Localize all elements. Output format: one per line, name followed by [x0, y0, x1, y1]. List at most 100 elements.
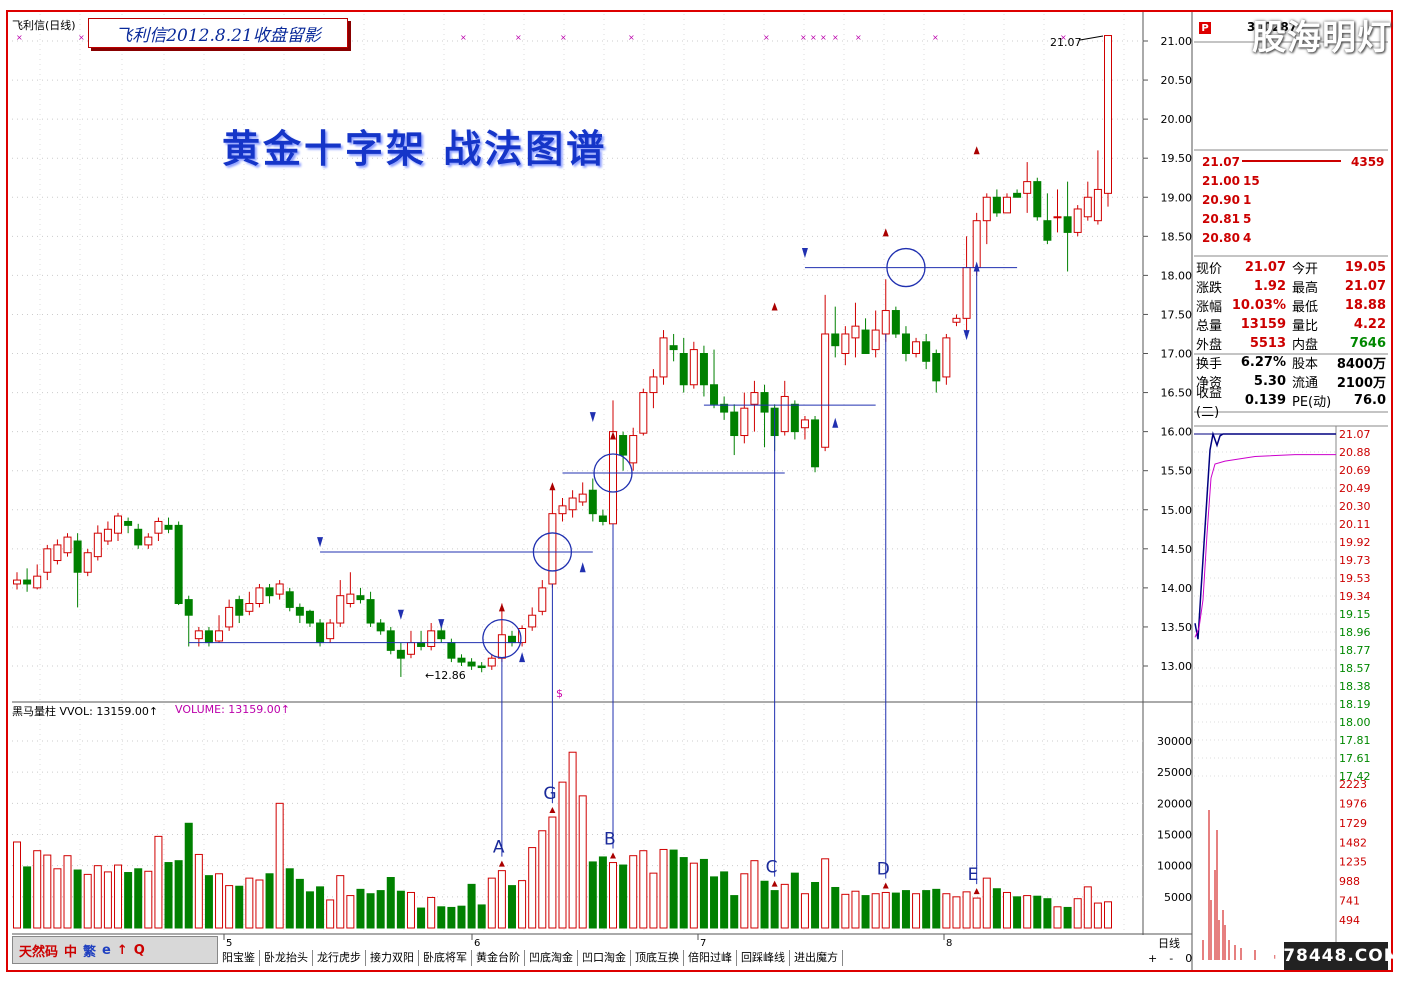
candle-body	[689, 349, 698, 386]
candle-body	[144, 536, 153, 546]
control-button[interactable]: 天然码	[17, 941, 60, 960]
strategy-tab[interactable]: 阳宝鉴	[218, 950, 260, 966]
volume-bar	[609, 862, 618, 929]
candle-body	[406, 642, 415, 655]
volume-bar	[548, 816, 557, 929]
strategy-tab[interactable]: 顶底互换	[631, 950, 684, 966]
volume-bar	[800, 893, 809, 929]
order-row: 21.07 4359	[1202, 155, 1384, 169]
volume-bar	[518, 880, 527, 929]
volume-up-arrow	[610, 852, 617, 859]
strategy-tab[interactable]: 倍阳过峰	[684, 950, 737, 966]
order-row: 20.80 4	[1202, 231, 1251, 245]
strategy-tab[interactable]: 卧底将军	[419, 950, 472, 966]
quote-value: 6.27%	[1240, 355, 1286, 370]
candle-body	[1013, 192, 1022, 198]
candle-body	[467, 661, 476, 667]
candle-body	[396, 649, 405, 659]
signal-arrow	[973, 146, 980, 155]
strategy-tab[interactable]: 黄金台阶	[472, 950, 525, 966]
strategy-tabs: 阳宝鉴 卧龙抬头 龙行虎步 接力双阳 卧底将军 黄金台阶 凹底淘金 凹口淘金 顶底互换 倍阳过峰回…	[218, 950, 843, 966]
strategy-tab[interactable]: 凹口淘金	[578, 950, 631, 966]
intraday-axis-label: 20.88	[1339, 446, 1371, 459]
candle-body	[245, 603, 254, 612]
strategy-tab[interactable]: 回踩峰线	[737, 950, 790, 966]
candle-body	[952, 317, 961, 323]
candle-body	[356, 595, 365, 601]
intraday-axis-label: 21.07	[1339, 428, 1371, 441]
kline-chart[interactable]: 21.00 20.50 20.00 19.50 19.00 18.50 18.00 17.50…	[0, 0, 1403, 981]
order-price: 21.07	[1202, 155, 1240, 169]
order-price: 21.00	[1202, 174, 1240, 188]
candle-body	[194, 630, 203, 640]
candle-body	[265, 587, 274, 597]
volume-bar	[942, 893, 951, 929]
zoom-button[interactable]: +	[1148, 952, 1157, 965]
candle-body	[891, 310, 900, 335]
candle-body	[83, 552, 92, 573]
volume-bar	[1002, 891, 1011, 929]
quote-row: 换手 6.27% 股本 8400万	[1196, 353, 1388, 372]
volume-bar	[235, 885, 244, 929]
quote-value: 0.139	[1244, 393, 1286, 408]
volume-bar	[659, 848, 668, 929]
intraday-axis-label: 18.19	[1339, 698, 1371, 711]
strategy-tab[interactable]: 进出魔方	[790, 950, 843, 966]
quote-row: 涨幅 10.03% 最低 18.88	[1196, 296, 1388, 315]
volume-bar	[487, 877, 496, 929]
control-button[interactable]: Q	[132, 943, 147, 958]
quote-label: 量比	[1292, 319, 1319, 334]
strategy-tab[interactable]: 凹底淘金	[525, 950, 578, 966]
candle-body	[386, 630, 395, 651]
quote-label: 涨幅	[1196, 300, 1223, 315]
candle-body	[1083, 196, 1092, 218]
candle-body	[63, 536, 72, 554]
zoom-button[interactable]: -	[1169, 952, 1173, 965]
control-button[interactable]: 中	[62, 941, 79, 960]
info-mark: ×	[820, 33, 827, 42]
strategy-tab[interactable]: 卧龙抬头	[260, 950, 313, 966]
control-button[interactable]: e	[100, 943, 113, 958]
signal-arrow	[549, 482, 556, 491]
volume-bar	[13, 841, 21, 929]
order-price: 20.90	[1202, 193, 1240, 207]
quote-label: 股本	[1292, 357, 1319, 372]
candle-body	[901, 333, 910, 354]
volume-bar	[730, 895, 739, 929]
daily-label[interactable]: 日线	[1158, 935, 1180, 951]
order-row: 20.90 1	[1202, 193, 1251, 207]
intraday-volume-label: 494	[1339, 914, 1360, 927]
candle-body	[174, 524, 183, 604]
quote-row: 总量 13159 量比 4.22	[1196, 315, 1388, 334]
strategy-tab[interactable]: 接力双阳	[366, 950, 419, 966]
volume-bar	[33, 850, 42, 929]
order-qty: 1	[1242, 193, 1252, 207]
quote-label: 今开	[1292, 262, 1319, 277]
info-mark: ×	[78, 33, 85, 42]
order-qty: 5	[1242, 212, 1252, 226]
strategy-tab[interactable]: 龙行虎步	[313, 950, 366, 966]
volume-bar	[396, 890, 405, 929]
quote-value: 13159	[1240, 317, 1286, 332]
volume-bar	[922, 890, 931, 929]
volume-bar	[740, 873, 749, 929]
candle-body	[295, 606, 304, 616]
intraday-volume-label: 1729	[1339, 817, 1367, 830]
volume-bar	[1013, 896, 1022, 929]
candle-body	[124, 520, 133, 526]
intraday-axis-label: 20.69	[1339, 464, 1371, 477]
quote-value: 4.22	[1353, 317, 1386, 332]
volume-bar	[568, 751, 577, 929]
intraday-axis-label: 19.15	[1339, 608, 1371, 621]
volume-bar	[629, 855, 638, 929]
candle-body	[225, 606, 234, 628]
control-button[interactable]: ↑	[115, 943, 130, 958]
quote-label: 总量	[1196, 319, 1223, 334]
volume-bar	[83, 873, 92, 929]
quote-value: 76.0	[1353, 393, 1386, 408]
control-button[interactable]: 繁	[81, 941, 98, 960]
quote-value: 10.03%	[1231, 298, 1286, 313]
volume-bar	[184, 822, 193, 929]
candle-body	[861, 329, 870, 354]
zoom-button[interactable]: 0	[1185, 952, 1192, 965]
